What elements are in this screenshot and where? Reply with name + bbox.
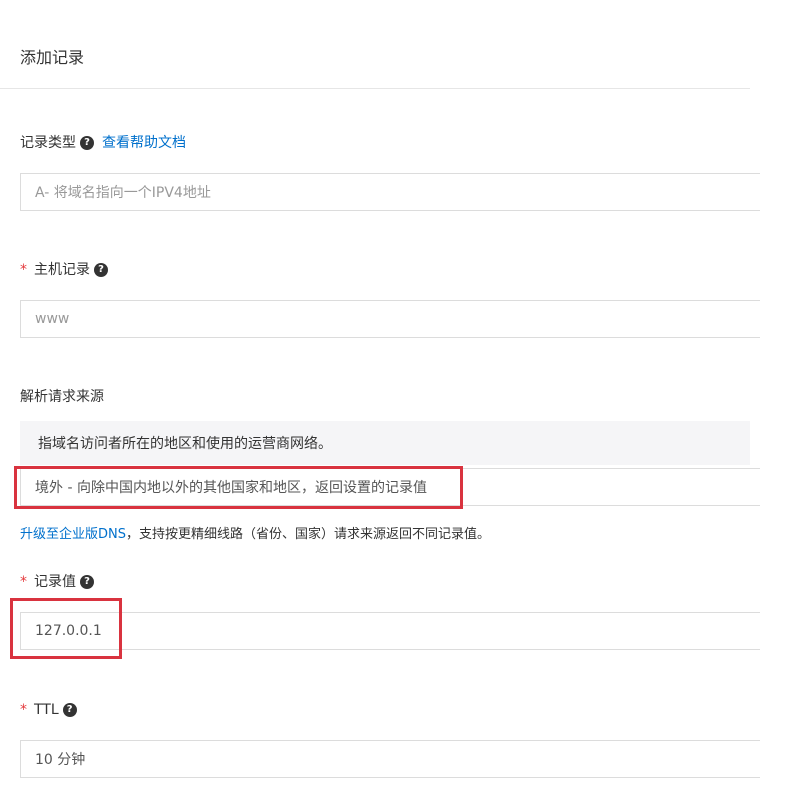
host-record-label: 主机记录 (34, 262, 90, 278)
upgrade-enterprise-dns-link[interactable]: 升级至企业版DNS (20, 527, 126, 542)
record-type-select[interactable]: A- 将域名指向一个IPV4地址 (20, 173, 760, 211)
highlight-box-record-value (10, 598, 122, 659)
ttl-label: TTL (34, 702, 59, 718)
required-mark: * (20, 262, 27, 278)
host-record-input[interactable]: www (20, 300, 760, 338)
question-circle-icon[interactable]: ? (80, 136, 94, 150)
record-value-input[interactable]: 127.0.0.1 (20, 612, 760, 650)
record-type-label: 记录类型 (20, 135, 76, 151)
dialog-title: 添加记录 (20, 48, 85, 67)
question-circle-icon[interactable]: ? (62, 703, 77, 717)
help-doc-link[interactable]: 查看帮助文档 (102, 133, 186, 153)
record-value-label-row: * 记录值 ? (20, 572, 94, 592)
question-circle-icon[interactable]: ? (94, 263, 108, 277)
request-source-label: 解析请求来源 (20, 389, 104, 405)
record-value-label: 记录值 (34, 574, 76, 590)
ttl-label-row: * TTL ? (20, 700, 77, 720)
ttl-select[interactable]: 10 分钟 (20, 740, 760, 778)
highlight-box-request-source (14, 466, 463, 509)
question-circle-icon[interactable]: ? (80, 575, 94, 589)
request-source-hint: 指域名访问者所在的地区和使用的运营商网络。 (20, 421, 750, 465)
record-type-label-row: 记录类型 ? 查看帮助文档 (20, 133, 186, 153)
upgrade-note-text: ，支持按更精细线路（省份、国家）请求来源返回不同记录值。 (126, 527, 491, 542)
required-mark: * (20, 574, 27, 590)
host-record-label-row: * 主机记录 ? (20, 260, 108, 280)
upgrade-note: 升级至企业版DNS，支持按更精细线路（省份、国家）请求来源返回不同记录值。 (20, 523, 490, 542)
required-mark: * (20, 702, 27, 718)
header-divider (0, 88, 750, 89)
